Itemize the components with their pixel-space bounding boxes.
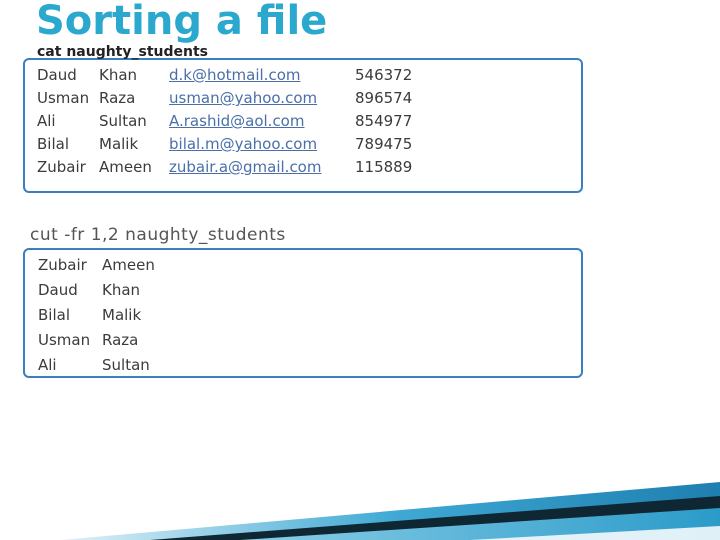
cell-email[interactable]: d.k@hotmail.com	[169, 66, 349, 89]
table-row: Zubair Ameen zubair.a@gmail.com 115889	[37, 158, 412, 181]
cell-first-name: Ali	[37, 112, 56, 130]
table-row: Ali Sultan	[37, 355, 156, 380]
cell-email[interactable]: A.rashid@aol.com	[169, 112, 349, 135]
cell-first-name: Daud	[38, 281, 78, 299]
slide: Sorting a file cat naughty_students Daud…	[0, 0, 720, 540]
cell-last-name: Ameen	[99, 158, 152, 176]
table-row: Zubair Ameen	[37, 255, 156, 280]
table-row: Daud Khan d.k@hotmail.com 546372	[37, 66, 412, 89]
table-row: Bilal Malik bilal.m@yahoo.com 789475	[37, 135, 412, 158]
command-line-cut: cut -fr 1,2 naughty_students	[30, 225, 286, 245]
command-line-cat: cat naughty_students	[37, 44, 209, 60]
cell-first-name: Zubair	[37, 158, 86, 176]
cell-email[interactable]: bilal.m@yahoo.com	[169, 135, 349, 158]
cell-email[interactable]: zubair.a@gmail.com	[169, 158, 349, 181]
cell-last-name: Malik	[102, 306, 142, 324]
footer-decoration	[0, 482, 720, 540]
cell-first-name: Daud	[37, 66, 77, 84]
cell-first-name: Usman	[37, 89, 90, 107]
cell-first-name: Bilal	[37, 135, 69, 153]
cell-first-name: Zubair	[38, 256, 87, 274]
cell-last-name: Raza	[99, 89, 136, 107]
cell-first-name: Usman	[38, 331, 91, 349]
page-title: Sorting a file	[36, 0, 328, 44]
table-row: Daud Khan	[37, 280, 156, 305]
cell-id: 546372	[355, 66, 413, 84]
table-row: Ali Sultan A.rashid@aol.com 854977	[37, 112, 412, 135]
table-row: Usman Raza usman@yahoo.com 896574	[37, 89, 412, 112]
cell-last-name: Sultan	[99, 112, 147, 130]
students-table: Daud Khan d.k@hotmail.com 546372 Usman R…	[37, 66, 412, 181]
cell-last-name: Sultan	[102, 356, 150, 374]
cell-id: 854977	[355, 112, 413, 130]
cell-id: 896574	[355, 89, 413, 107]
table-row: Bilal Malik	[37, 305, 156, 330]
cell-first-name: Ali	[38, 356, 57, 374]
cell-last-name: Khan	[102, 281, 141, 299]
cell-first-name: Bilal	[38, 306, 70, 324]
cell-id: 115889	[355, 158, 413, 176]
cell-last-name: Ameen	[102, 256, 155, 274]
cell-last-name: Malik	[99, 135, 139, 153]
cell-last-name: Khan	[99, 66, 138, 84]
table-row: Usman Raza	[37, 330, 156, 355]
sorted-names-table: Zubair Ameen Daud Khan Bilal Malik Usman…	[37, 255, 156, 380]
cell-id: 789475	[355, 135, 413, 153]
cell-last-name: Raza	[102, 331, 139, 349]
cell-email[interactable]: usman@yahoo.com	[169, 89, 349, 112]
